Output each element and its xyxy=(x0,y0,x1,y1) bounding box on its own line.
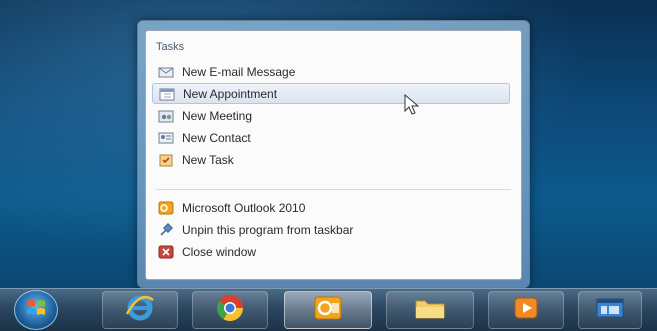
internet-explorer-icon xyxy=(125,294,155,327)
window-app-icon xyxy=(594,295,626,326)
outlook-icon xyxy=(158,201,174,215)
folder-icon xyxy=(413,294,447,327)
taskbar-outlook[interactable] xyxy=(284,291,372,329)
taskbar-windows-explorer[interactable] xyxy=(386,291,474,329)
task-new-appointment[interactable]: New Appointment xyxy=(152,83,510,104)
task-label: New Task xyxy=(182,152,234,167)
jump-list: Tasks New E-mail Message New Appointment… xyxy=(145,30,522,280)
app-action-label: Microsoft Outlook 2010 xyxy=(182,200,306,215)
pin-icon xyxy=(158,222,174,237)
envelope-icon xyxy=(158,65,174,79)
chrome-icon xyxy=(215,293,245,328)
task-label: New Contact xyxy=(182,130,251,145)
open-microsoft-outlook[interactable]: Microsoft Outlook 2010 xyxy=(152,197,510,218)
task-label: New Appointment xyxy=(183,86,278,101)
separator xyxy=(156,189,511,190)
app-action-label: Unpin this program from taskbar xyxy=(182,222,354,237)
taskbar-media-player[interactable] xyxy=(488,291,564,329)
close-window-icon xyxy=(158,245,174,259)
task-label: New Meeting xyxy=(182,108,253,123)
calendar-icon xyxy=(159,87,175,101)
task-new-meeting[interactable]: New Meeting xyxy=(152,105,510,126)
taskbar-internet-explorer[interactable] xyxy=(102,291,178,329)
outlook-icon xyxy=(312,294,344,327)
media-player-icon xyxy=(511,294,541,327)
app-action-label: Close window xyxy=(182,244,257,259)
tasks-heading: Tasks xyxy=(156,41,185,53)
task-new-email[interactable]: New E-mail Message xyxy=(152,61,510,82)
mouse-cursor-icon xyxy=(403,93,423,116)
taskbar-app-window[interactable] xyxy=(578,291,642,329)
close-window[interactable]: Close window xyxy=(152,241,510,262)
task-new-contact[interactable]: New Contact xyxy=(152,127,510,148)
start-button[interactable] xyxy=(14,290,58,330)
task-label: New E-mail Message xyxy=(182,64,296,79)
task-new-task[interactable]: New Task xyxy=(152,149,510,170)
windows-logo-icon xyxy=(25,298,47,323)
taskbar-chrome[interactable] xyxy=(192,291,268,329)
contact-card-icon xyxy=(158,131,174,145)
unpin-from-taskbar[interactable]: Unpin this program from taskbar xyxy=(152,219,510,240)
meeting-icon xyxy=(158,109,174,123)
task-clipboard-icon xyxy=(158,153,174,167)
